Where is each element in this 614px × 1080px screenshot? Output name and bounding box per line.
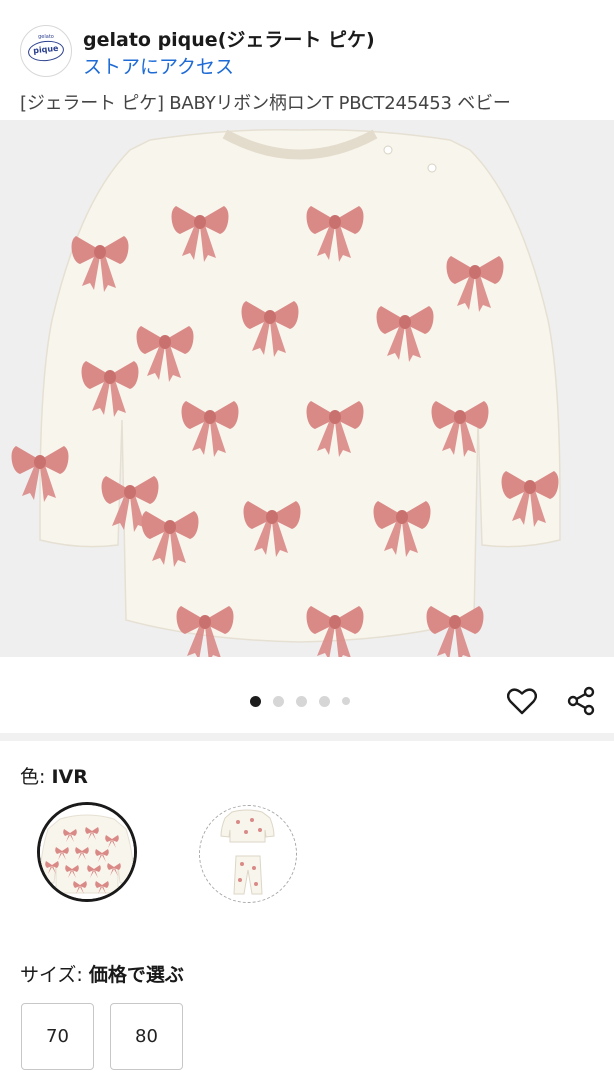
product-shirt-illustration [11, 128, 561, 657]
size-value: 価格で選ぶ [88, 964, 184, 986]
section-divider [0, 733, 614, 741]
carousel-dot-2[interactable] [273, 695, 284, 707]
size-option-70[interactable]: 70 [21, 1003, 94, 1070]
store-name: gelato pique(ジェラート ピケ) [83, 29, 375, 51]
store-logo-badge: pique [27, 39, 65, 63]
color-label-text: 色: [20, 766, 52, 788]
store-header: gelato pique gelato pique(ジェラート ピケ) ストアに… [0, 0, 614, 84]
store-logo-small-text: gelato [38, 34, 54, 40]
color-value: IVR [51, 766, 88, 788]
store-logo[interactable]: gelato pique [20, 25, 72, 77]
visit-store-link[interactable]: ストアにアクセス [83, 52, 234, 79]
color-label: 色: IVR [20, 762, 88, 789]
size-option-80[interactable]: 80 [110, 1003, 183, 1070]
tshirt-swatch-image [40, 805, 134, 899]
carousel-dot-4[interactable] [319, 695, 330, 707]
carousel-dot-3[interactable] [296, 695, 307, 707]
heart-outline-icon [507, 688, 537, 715]
share-icon [567, 686, 595, 716]
carousel-pagination [250, 694, 350, 708]
color-swatch-option[interactable] [199, 805, 297, 903]
size-label: サイズ: 価格で選ぶ [20, 960, 184, 987]
favorite-button[interactable] [505, 684, 539, 718]
size-label-text: サイズ: [20, 964, 89, 986]
product-image[interactable] [0, 120, 614, 657]
carousel-dot-1[interactable] [250, 695, 261, 707]
set-swatch-image [200, 806, 295, 901]
share-button[interactable] [564, 684, 598, 718]
carousel-dot-5[interactable] [342, 697, 350, 705]
color-swatch-selected[interactable] [37, 802, 137, 902]
product-title: [ジェラート ピケ] BABYリボン柄ロンT PBCT245453 ベビー [20, 93, 511, 114]
